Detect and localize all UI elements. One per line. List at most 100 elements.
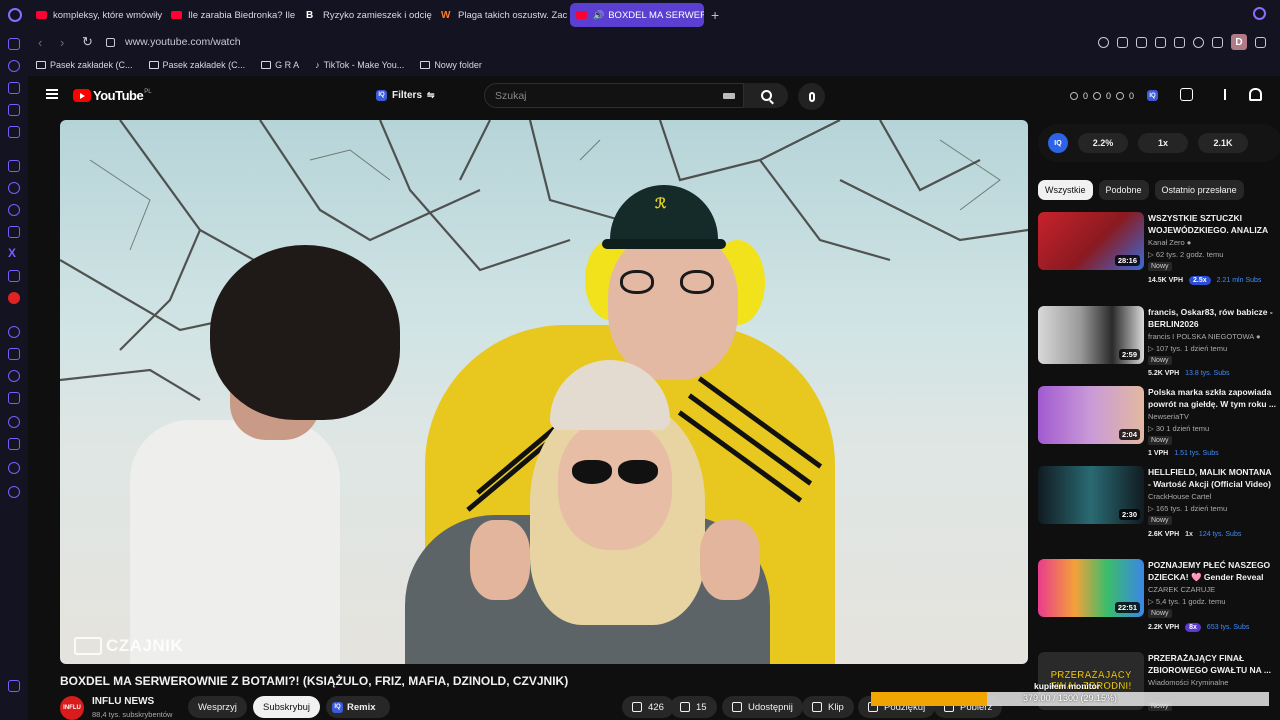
sidebar-cube-icon[interactable] [8,82,20,94]
iq-logo[interactable]: IQ [1048,133,1068,153]
forward-icon[interactable]: › [60,35,72,50]
shield-icon[interactable] [1155,36,1166,48]
recommendation-channel[interactable]: NewseriaTV [1148,412,1189,421]
heart-icon[interactable] [1193,36,1204,48]
tab-search-icon[interactable] [1253,7,1266,20]
subscribe-button[interactable]: Subskrybuj [253,696,320,718]
browser-tab[interactable]: W Plaga takich oszustw. Zac [435,3,569,27]
clip-button[interactable]: Klip [802,696,854,718]
sidebar-wallet-icon[interactable] [8,392,20,404]
bookmark-item[interactable]: ♪ TikTok - Make You... [315,60,404,70]
url-field[interactable]: www.youtube.com/watch [125,36,241,48]
dislike-button[interactable]: 15 [670,696,717,718]
recommendation-title[interactable]: francis, Oskar83, rów babicze - BERLIN20… [1148,306,1276,330]
recommendation-title[interactable]: Polska marka szkła zapowiada powrót na g… [1148,386,1276,410]
menu-icon[interactable] [46,89,58,99]
sidebar-twitch-icon[interactable] [8,160,20,172]
speaker-icon[interactable]: 🔊 [593,10,604,21]
video-thumbnail[interactable]: 2:30 [1038,466,1144,524]
sidebar-aria-icon[interactable] [8,60,20,72]
chip-all[interactable]: Wszystkie [1038,180,1093,200]
recommendation-channel[interactable]: Kanał Zero ● [1148,238,1191,247]
watermark-text: CZAJNIK [106,636,184,655]
like-button[interactable]: 426 [622,696,674,718]
sidebar-history-icon[interactable] [8,416,20,428]
snapshot-icon[interactable] [1136,36,1147,48]
browser-tab[interactable]: kompleksy, które wmówiły [30,3,164,27]
header-stat: 0 [1129,90,1135,101]
download-icon[interactable] [1255,36,1266,48]
recommendation-item[interactable]: 2:04 Polska marka szkła zapowiada powrót… [1038,386,1280,466]
chip-related[interactable]: Podobne [1098,180,1149,200]
recommendation-item[interactable]: 2:30 HELLFIELD, MALIK MONTANA - Wartość … [1038,466,1280,546]
sidebar-mail-icon[interactable] [8,126,20,138]
sidebar-player-icon[interactable] [8,348,20,360]
sidebar-instagram-icon[interactable] [8,226,20,238]
video-thumbnail[interactable]: 2:04 [1038,386,1144,444]
opera-logo-icon[interactable] [0,0,30,30]
new-tab-button[interactable]: + [711,7,719,23]
filters-button[interactable]: IQ Filters ⇋ [368,84,443,106]
youtube-logo[interactable]: YouTube PL [73,88,152,103]
iq-icon[interactable]: IQ [1147,90,1159,101]
recommendation-title[interactable]: PRZERAŻAJĄCY FINAŁ ZBIOROWEGO GWAŁTU NA … [1148,652,1276,676]
sidebar-app-icon[interactable] [8,292,20,304]
video-player[interactable]: ℛ CZAJNIK [60,120,1028,664]
channel-name[interactable]: INFLU NEWS [92,696,154,707]
sidebar-extensions-icon[interactable] [8,462,20,474]
video-thumbnail[interactable]: 2:59 [1038,306,1144,364]
sidebar-downloads-icon[interactable] [8,438,20,450]
sidebar-heart-icon[interactable] [8,370,20,382]
browser-tab[interactable]: Ile zarabia Biedronka? Ile [165,3,299,27]
zoom-icon[interactable] [1098,36,1109,48]
sidebar-messenger-icon[interactable] [8,182,20,194]
notifications-bell-icon[interactable] [1249,88,1262,101]
sidebar-x-icon[interactable]: X [8,246,16,260]
recommendation-channel[interactable]: CrackHouse Cartel [1148,492,1211,501]
sidebar-home-icon[interactable] [8,38,20,50]
remix-button[interactable]: IQ Remix [326,696,390,718]
video-thumbnail[interactable]: 28:16 [1038,212,1144,270]
extensions-icon[interactable] [1212,36,1223,48]
recommendation-title[interactable]: WSZYSTKIE SZTUCZKI WOJEWÓDZKIEGO. ANALIZ… [1148,212,1276,236]
recommendation-item[interactable]: 28:16 WSZYSTKIE SZTUCZKI WOJEWÓDZKIEGO. … [1038,212,1280,292]
search-input[interactable]: Szukaj [484,83,744,108]
profile-avatar[interactable]: D [1231,34,1247,50]
create-icon[interactable] [1218,88,1231,101]
channel-avatar[interactable]: INFLU [60,696,84,720]
recommendation-channel[interactable]: CZAREK CZARUJE [1148,585,1215,594]
sidebar-more-icon[interactable] [8,680,20,692]
sidebar-telegram-icon[interactable] [8,204,20,216]
back-icon[interactable]: ‹ [38,35,50,50]
sidebar-discord-icon[interactable] [8,270,20,282]
recommendation-item[interactable]: 22:51 POZNAJEMY PŁEĆ NASZEGO DZIECKA! 🩷 … [1038,559,1280,639]
pin-icon[interactable] [1117,36,1128,48]
recommendation-item[interactable]: 2:59 francis, Oskar83, rów babicze - BER… [1038,306,1280,386]
recommendation-channel[interactable]: Wiadomości Kryminalne [1148,678,1228,687]
search-button[interactable] [744,83,788,108]
lock-icon[interactable] [106,37,115,47]
play-icon[interactable] [1174,36,1185,48]
bookmark-item[interactable]: G R A [261,60,299,70]
chip-recently-uploaded[interactable]: Ostatnio przesłane [1154,180,1244,200]
video-duration: 2:30 [1118,509,1140,520]
bookmark-item[interactable]: Nowy folder [420,60,482,70]
voice-search-button[interactable] [798,83,825,110]
support-button[interactable]: Wesprzyj [188,696,247,718]
recommendation-channel[interactable]: francis I POLSKA NIEGOTOWA ● [1148,332,1261,341]
bookmark-item[interactable]: Pasek zakładek (C... [148,60,245,70]
sidebar-music-icon[interactable] [8,326,20,338]
hand [470,520,530,600]
sidebar-workspace-icon[interactable] [8,104,20,116]
reload-icon[interactable]: ↻ [82,34,94,50]
extension-icon[interactable] [1180,88,1193,101]
sidebar-settings-icon[interactable] [8,486,20,498]
bookmark-item[interactable]: Pasek zakładek (C... [36,60,133,70]
browser-tab[interactable]: B Ryzyko zamieszek i odcię [300,3,434,27]
browser-tab-active[interactable]: 🔊 BOXDEL MA SERWERO [570,3,704,27]
share-button[interactable]: Udostępnij [722,696,803,718]
recommendation-title[interactable]: HELLFIELD, MALIK MONTANA - Wartość Akcji… [1148,466,1276,490]
recommendation-title[interactable]: POZNAJEMY PŁEĆ NASZEGO DZIECKA! 🩷 Gender… [1148,559,1276,583]
keyboard-icon[interactable] [723,93,735,99]
video-thumbnail[interactable]: 22:51 [1038,559,1144,617]
